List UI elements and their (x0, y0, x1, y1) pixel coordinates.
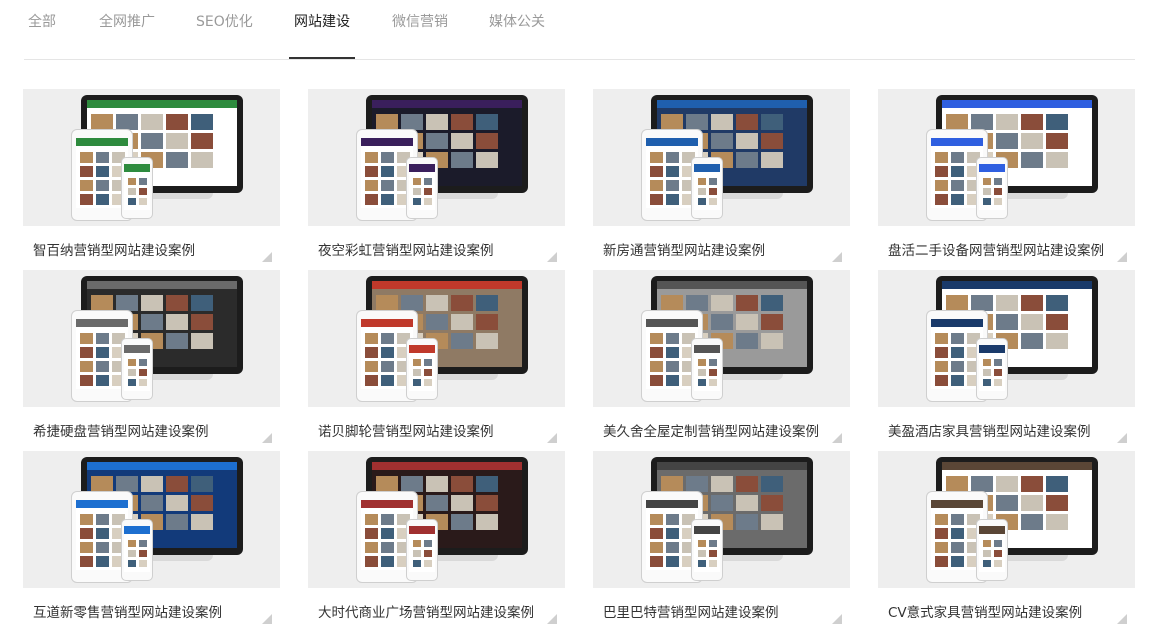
case-title: 智百纳营销型网站建设案例 (33, 243, 195, 259)
corner-triangle-icon (1117, 614, 1127, 624)
case-title: CV意式家具营销型网站建设案例 (888, 605, 1083, 621)
case-card[interactable]: 诺贝脚轮营销型网站建设案例 (308, 270, 565, 451)
phone-mockup-icon (691, 338, 723, 400)
case-caption: 美盈酒店家具营销型网站建设案例 (878, 407, 1135, 451)
phone-mockup-icon (406, 338, 438, 400)
case-title: 美久舍全屋定制营销型网站建设案例 (603, 424, 819, 440)
case-title: 巴里巴特营销型网站建设案例 (603, 605, 779, 621)
corner-triangle-icon (832, 252, 842, 262)
case-card[interactable]: 互道新零售营销型网站建设案例 (23, 451, 280, 631)
corner-triangle-icon (547, 252, 557, 262)
case-caption: 智百纳营销型网站建设案例 (23, 226, 280, 270)
case-title: 大时代商业广场营销型网站建设案例 (318, 605, 534, 621)
active-tab-underline (289, 57, 355, 59)
case-caption: 夜空彩虹营销型网站建设案例 (308, 226, 565, 270)
corner-triangle-icon (832, 614, 842, 624)
case-card[interactable]: 美久舍全屋定制营销型网站建设案例 (593, 270, 850, 451)
case-card[interactable]: CV意式家具营销型网站建设案例 (878, 451, 1135, 631)
case-card[interactable]: 盘活二手设备网营销型网站建设案例 (878, 89, 1135, 270)
phone-mockup-icon (976, 157, 1008, 219)
phone-mockup-icon (406, 519, 438, 581)
case-thumbnail (593, 89, 850, 226)
tab-website-building[interactable]: 网站建设 (294, 11, 350, 31)
case-card[interactable]: 希捷硬盘营销型网站建设案例 (23, 270, 280, 451)
case-caption: 诺贝脚轮营销型网站建设案例 (308, 407, 565, 451)
case-thumbnail (878, 451, 1135, 588)
tab-all[interactable]: 全部 (28, 11, 56, 31)
case-thumbnail (593, 451, 850, 588)
phone-mockup-icon (691, 519, 723, 581)
case-thumbnail (308, 451, 565, 588)
case-thumbnail (308, 89, 565, 226)
phone-mockup-icon (121, 519, 153, 581)
case-caption: 大时代商业广场营销型网站建设案例 (308, 588, 565, 631)
case-caption: CV意式家具营销型网站建设案例 (878, 588, 1135, 631)
case-caption: 美久舍全屋定制营销型网站建设案例 (593, 407, 850, 451)
case-title: 美盈酒店家具营销型网站建设案例 (888, 424, 1091, 440)
case-card[interactable]: 大时代商业广场营销型网站建设案例 (308, 451, 565, 631)
case-thumbnail (878, 270, 1135, 407)
corner-triangle-icon (832, 433, 842, 443)
case-card[interactable]: 新房通营销型网站建设案例 (593, 89, 850, 270)
case-thumbnail (593, 270, 850, 407)
tab-wechat-marketing[interactable]: 微信营销 (392, 11, 448, 31)
phone-mockup-icon (976, 519, 1008, 581)
case-title: 互道新零售营销型网站建设案例 (33, 605, 222, 621)
case-card[interactable]: 夜空彩虹营销型网站建设案例 (308, 89, 565, 270)
case-thumbnail (23, 451, 280, 588)
corner-triangle-icon (262, 252, 272, 262)
corner-triangle-icon (1117, 252, 1127, 262)
phone-mockup-icon (976, 338, 1008, 400)
case-title: 诺贝脚轮营销型网站建设案例 (318, 424, 494, 440)
case-thumbnail (23, 89, 280, 226)
phone-mockup-icon (121, 338, 153, 400)
corner-triangle-icon (1117, 433, 1127, 443)
tab-network-promotion[interactable]: 全网推广 (99, 11, 155, 31)
case-thumbnail (308, 270, 565, 407)
case-title: 希捷硬盘营销型网站建设案例 (33, 424, 209, 440)
corner-triangle-icon (262, 614, 272, 624)
case-title: 新房通营销型网站建设案例 (603, 243, 765, 259)
phone-mockup-icon (406, 157, 438, 219)
case-caption: 新房通营销型网站建设案例 (593, 226, 850, 270)
tab-media-pr[interactable]: 媒体公关 (489, 11, 545, 31)
case-title: 盘活二手设备网营销型网站建设案例 (888, 243, 1104, 259)
corner-triangle-icon (262, 433, 272, 443)
phone-mockup-icon (121, 157, 153, 219)
case-caption: 巴里巴特营销型网站建设案例 (593, 588, 850, 631)
corner-triangle-icon (547, 433, 557, 443)
corner-triangle-icon (547, 614, 557, 624)
case-thumbnail (23, 270, 280, 407)
case-card[interactable]: 巴里巴特营销型网站建设案例 (593, 451, 850, 631)
case-thumbnail (878, 89, 1135, 226)
case-card[interactable]: 智百纳营销型网站建设案例 (23, 89, 280, 270)
tab-seo[interactable]: SEO优化 (196, 11, 253, 31)
case-title: 夜空彩虹营销型网站建设案例 (318, 243, 494, 259)
phone-mockup-icon (691, 157, 723, 219)
case-card[interactable]: 美盈酒店家具营销型网站建设案例 (878, 270, 1135, 451)
case-caption: 互道新零售营销型网站建设案例 (23, 588, 280, 631)
category-tabs: 全部 全网推广 SEO优化 网站建设 微信营销 媒体公关 (24, 0, 1135, 60)
case-caption: 盘活二手设备网营销型网站建设案例 (878, 226, 1135, 270)
case-caption: 希捷硬盘营销型网站建设案例 (23, 407, 280, 451)
